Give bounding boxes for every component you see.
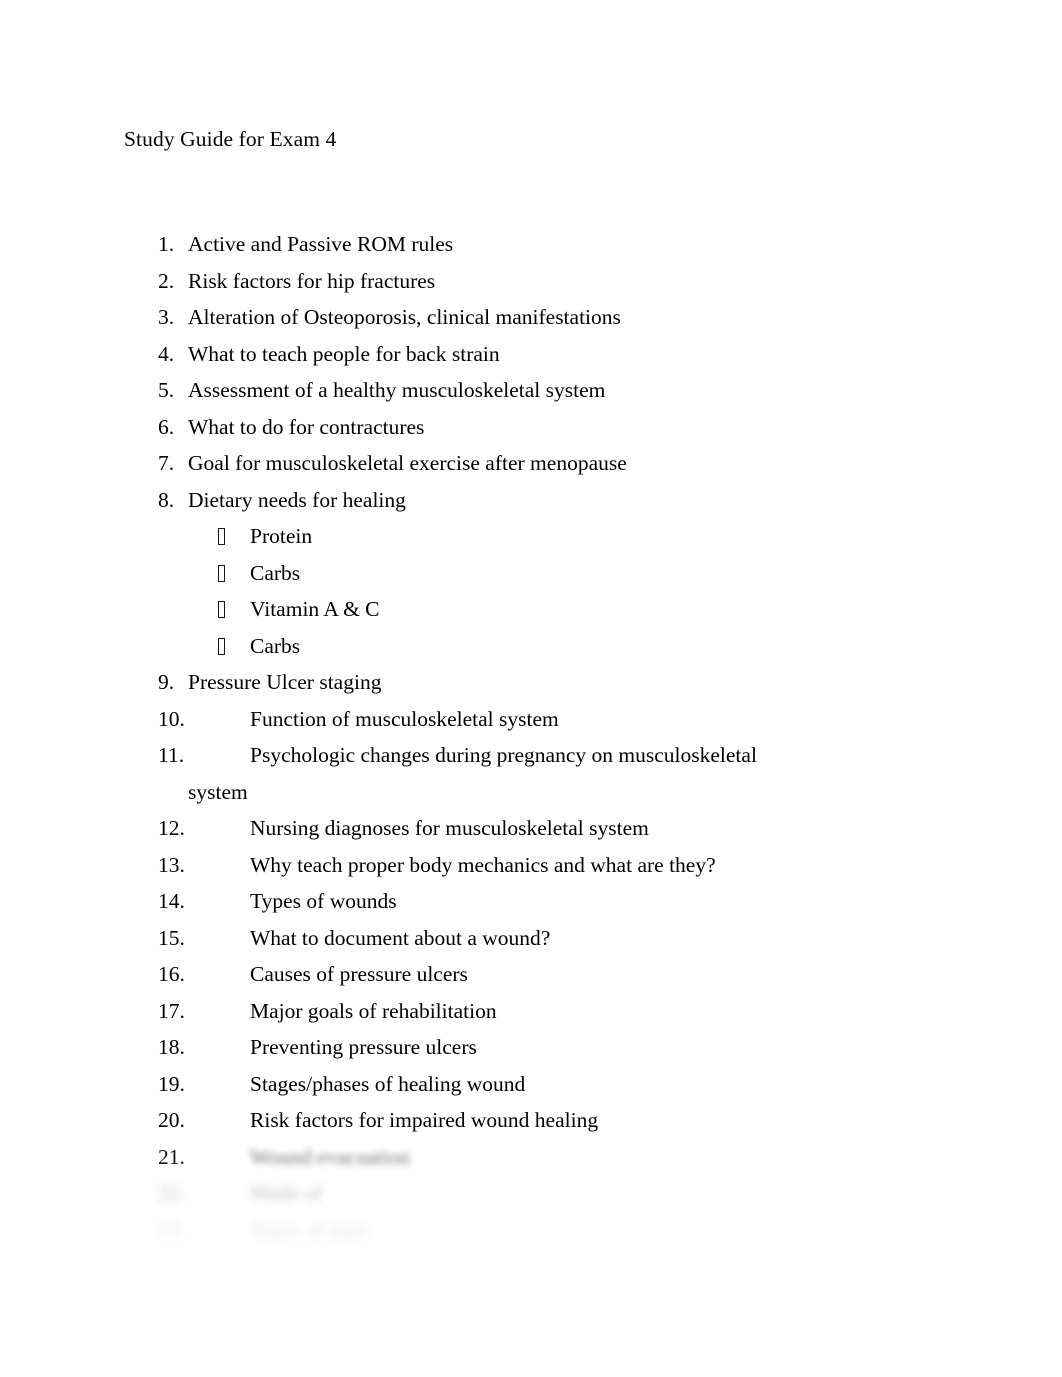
list-item: 6. What to do for contractures [0, 409, 1062, 446]
list-item: 15. What to document about a wound? [0, 920, 1062, 957]
list-item-label: Risk factors for hip fractures [188, 268, 436, 293]
list-item: 13. Why teach proper body mechanics and … [0, 847, 1062, 884]
list-item-number: 8. [158, 487, 175, 512]
list-item-number: 2. [158, 268, 175, 293]
list-item-label: Assessment of a healthy musculoskeletal … [188, 378, 606, 402]
list-item-label: What to teach people for back strain [188, 341, 500, 366]
list-item-continuation: system [0, 774, 1062, 811]
list-item-number: 6. [158, 414, 175, 439]
list-item-obscured: 22. Made of [0, 1175, 1062, 1212]
list-item-label: Stages/phases of healing wound [250, 1071, 526, 1096]
wingding-box-bullet-icon [218, 601, 225, 618]
sub-list-item: Protein [0, 518, 1062, 555]
list-item-label: Preventing pressure ulcers [250, 1035, 477, 1059]
list-item: 4. What to teach people for back strain [0, 336, 1062, 373]
wingding-box-bullet-icon [218, 564, 225, 582]
list-item: 1. Active and Passive ROM rules [0, 226, 1062, 263]
list-item-obscured: 23. Types of pain [0, 1212, 1062, 1249]
sub-list-item-label: Carbs [250, 633, 301, 658]
list-item-label: Risk factors for impaired wound healing [250, 1108, 599, 1132]
sub-list-item: Carbs [0, 628, 1062, 665]
list-item: 17. Major goals of rehabilitation [0, 993, 1062, 1030]
list-item: 14. Types of wounds [0, 883, 1062, 920]
list-item-number: 16. [158, 962, 185, 986]
list-item-label: Major goals of rehabilitation [250, 998, 497, 1023]
sub-list-item: Vitamin A & C [0, 591, 1062, 628]
wingding-box-bullet-icon [218, 528, 225, 545]
list-item-number: 21. [158, 1144, 185, 1169]
list-item-number: 22. [158, 1181, 185, 1205]
sub-list-item-label: Vitamin A & C [250, 597, 380, 621]
sub-list-item: Carbs [0, 555, 1062, 592]
list-item-number: 13. [158, 852, 185, 877]
list-item-number: 4. [158, 341, 175, 366]
list-item: 18. Preventing pressure ulcers [0, 1029, 1062, 1066]
page-title: Study Guide for Exam 4 [124, 127, 337, 151]
list-item: 5. Assessment of a healthy musculoskelet… [0, 372, 1062, 409]
list-item-label: Dietary needs for healing [188, 487, 406, 512]
list-item-number: 23. [158, 1217, 185, 1242]
list-item-number: 20. [158, 1108, 185, 1132]
list-item-label: Pressure Ulcer staging [188, 670, 382, 694]
list-item-label: Why teach proper body mechanics and what… [250, 852, 716, 877]
list-item-number: 10. [158, 706, 185, 731]
list-item-label: Psychologic changes during pregnancy on … [250, 743, 757, 767]
list-item-number: 12. [158, 816, 185, 840]
list-item-label: Goal for musculoskeletal exercise after … [188, 451, 627, 475]
list-item-label: Active and Passive ROM rules [188, 232, 454, 256]
list-item: 12. Nursing diagnoses for musculoskeleta… [0, 810, 1062, 847]
sub-list-item-label: Carbs [250, 560, 301, 585]
list-item-label: Types of wounds [250, 889, 397, 913]
list-item-label: Function of musculoskeletal system [250, 706, 559, 731]
list-item: 2. Risk factors for hip fractures [0, 263, 1062, 300]
list-item: 9. Pressure Ulcer staging [0, 664, 1062, 701]
list-item: 20. Risk factors for impaired wound heal… [0, 1102, 1062, 1139]
list-item-number: 11. [158, 743, 185, 767]
list-item-number: 5. [158, 378, 175, 402]
list-item-continuation-label: system [188, 779, 248, 804]
list-item: 10. Function of musculoskeletal system [0, 701, 1062, 738]
list-item-label: What to document about a wound? [250, 925, 551, 950]
list-item-label: Wound evacuation [250, 1144, 411, 1169]
list-item: 8. Dietary needs for healing [0, 482, 1062, 519]
list-item-number: 1. [158, 232, 175, 256]
list-item-number: 17. [158, 998, 185, 1023]
list-item-label: Causes of pressure ulcers [250, 962, 468, 986]
list-item-number: 9. [158, 670, 175, 694]
list-item-label: Nursing diagnoses for musculoskeletal sy… [250, 816, 649, 840]
list-item-number: 3. [158, 305, 175, 329]
list-item-number: 7. [158, 451, 175, 475]
wingding-box-bullet-icon [218, 637, 225, 655]
list-item-label: Types of pain [250, 1217, 367, 1242]
list-item-label: What to do for contractures [188, 414, 425, 439]
list-item: 3. Alteration of Osteoporosis, clinical … [0, 299, 1062, 336]
list-item: 7. Goal for musculoskeletal exercise aft… [0, 445, 1062, 482]
list-item-obscured: 21. Wound evacuation [0, 1139, 1062, 1176]
list-item-number: 14. [158, 889, 185, 913]
list-item-label: Made of [250, 1181, 323, 1205]
list-item-number: 19. [158, 1071, 185, 1096]
list-item-number: 18. [158, 1035, 185, 1059]
study-guide-list: 1. Active and Passive ROM rules 2. Risk … [0, 226, 1062, 1248]
list-item: 16. Causes of pressure ulcers [0, 956, 1062, 993]
list-item: 11. Psychologic changes during pregnancy… [0, 737, 1062, 774]
list-item-number: 15. [158, 925, 185, 950]
list-item-label: Alteration of Osteoporosis, clinical man… [188, 305, 621, 329]
list-item: 19. Stages/phases of healing wound [0, 1066, 1062, 1103]
sub-list-item-label: Protein [250, 524, 313, 548]
document-page: Study Guide for Exam 4 1. Active and Pas… [0, 0, 1062, 1377]
